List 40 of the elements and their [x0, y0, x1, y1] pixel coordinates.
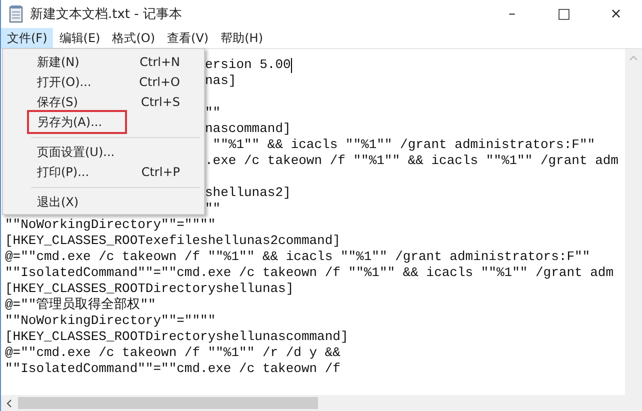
text-line: shellunas2] — [205, 185, 291, 201]
text-line: @=""管理员取得全部权"" — [5, 297, 156, 313]
text-line: "" — [205, 201, 221, 217]
menu-item[interactable]: 查看(V) — [161, 28, 215, 48]
menu-item[interactable]: 编辑(E) — [53, 28, 106, 48]
menu-item[interactable]: 帮助(H) — [214, 28, 269, 48]
scroll-up-icon[interactable] — [629, 55, 638, 61]
menu-entry[interactable]: 新建(N) Ctrl+N — [5, 52, 202, 72]
notepad-icon — [8, 5, 24, 23]
menu-entry[interactable]: 打印(P)... Ctrl+P — [5, 162, 202, 182]
text-line: ""IsolatedCommand""=""cmd.exe /c takeown /f — [5, 361, 340, 377]
minimize-button[interactable]: – — [486, 0, 538, 28]
text-line: [HKEY_CLASSES_ROOTexefileshellunas2command] — [5, 233, 340, 249]
close-button[interactable]: × — [590, 0, 642, 28]
menu-entry[interactable]: 页面设置(U)... — [5, 142, 202, 162]
text-line: nascommand] — [205, 121, 291, 137]
text-line: ""NoWorkingDirectory""="""" — [5, 313, 216, 329]
text-line: "" — [205, 105, 221, 121]
menu-entry[interactable]: 退出(X) — [5, 192, 202, 212]
text-line: @=""cmd.exe /c takeown /f ""%1"" && icacls ""%1"" /grant administrators:F"" — [5, 249, 590, 265]
text-line: ersion 5.00 — [205, 57, 291, 73]
menu-entry[interactable]: 打开(O)... Ctrl+O — [5, 72, 202, 92]
scroll-thumb[interactable] — [18, 397, 318, 409]
text-line: ""IsolatedCommand""=""cmd.exe /c takeown /f ""%1"" && icacls ""%1"" /grant adm — [5, 265, 614, 281]
menu-item[interactable]: 格式(O) — [106, 28, 162, 48]
text-line: nas] — [205, 73, 236, 89]
scroll-left-icon[interactable] — [6, 398, 12, 408]
text-line: @=""cmd.exe /c takeown /f ""%1"" /r /d y && — [5, 345, 340, 361]
menu-entry[interactable]: 另存为(A)... — [27, 110, 127, 134]
maximize-button[interactable]: □ — [538, 0, 590, 28]
text-line: ""%1"" && icacls ""%1"" /grant administrators:F"" — [212, 137, 596, 153]
menu-entry[interactable]: 保存(S) Ctrl+S — [5, 92, 202, 112]
window-title: 新建文本文档.txt - 记事本 — [30, 6, 183, 23]
horizontal-scrollbar[interactable] — [1, 395, 642, 411]
vertical-scrollbar[interactable] — [625, 49, 642, 395]
text-line: ""NoWorkingDirectory""="""" — [5, 217, 216, 233]
text-line: [HKEY_CLASSES_ROOTDirectoryshellunascommand] — [5, 329, 348, 345]
text-line: [HKEY_CLASSES_ROOTDirectoryshellunas] — [5, 281, 294, 297]
text-line: .exe /c takeown /f ""%1"" && icacls ""%1"" /grant adm — [205, 153, 618, 169]
menu-item[interactable]: 文件(F) — [1, 28, 54, 48]
